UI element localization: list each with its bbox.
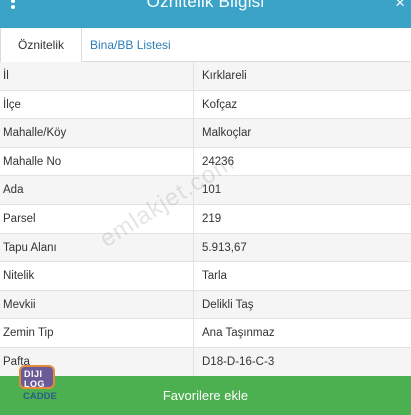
table-row: Mevkii Delikli Taş [0, 290, 411, 320]
tab-bar: Öznitelik Bilgisi Bina/BB Listesi [0, 28, 411, 86]
add-to-favorites-button[interactable]: Favorilere ekle [0, 376, 411, 415]
row-key: Mevkii [3, 298, 36, 311]
table-row: Nitelik Tarla [0, 262, 411, 291]
row-key: İlçe [3, 98, 21, 111]
row-value: 219 [193, 204, 411, 233]
row-key: Mahalle/Köy [3, 127, 67, 140]
table-row: Zemin Tip Ana Taşınmaz [0, 319, 411, 348]
cadde-logo: DIJI LOG CADDE [11, 363, 57, 407]
row-key: Tapu Alanı [3, 241, 57, 254]
panel-title: Öznitelik Bilgisi [146, 0, 265, 11]
close-icon[interactable]: × [395, 0, 405, 11]
row-value: Kofçaz [193, 90, 411, 119]
row-value: Tarla [193, 262, 411, 290]
row-value: 24236 [193, 147, 411, 176]
table-row: İl Kırklareli [0, 62, 411, 91]
table-row: Tapu Alanı 5.913,67 [0, 233, 411, 263]
row-key: Mahalle No [3, 155, 62, 168]
table-row: Mahalle No 24236 [0, 147, 411, 177]
table-row: Pafta D18-D-16-C-3 [0, 347, 411, 377]
row-key: Parsel [3, 212, 36, 225]
row-value: Ana Taşınmaz [193, 319, 411, 347]
row-key: Zemin Tip [3, 327, 54, 340]
tab-attribute-info[interactable]: Öznitelik Bilgisi [0, 28, 82, 86]
header-bar: Öznitelik Bilgisi × [0, 0, 411, 28]
logo-word: CADDE [23, 391, 57, 402]
table-row: İlçe Kofçaz [0, 90, 411, 120]
table-row: Parsel 219 [0, 204, 411, 234]
row-value: 101 [193, 176, 411, 204]
logo-badge-text: DIJI LOG [24, 369, 45, 389]
tab-building-list[interactable]: Bina/BB Listesi [84, 28, 177, 62]
table-row: Mahalle/Köy Malkoçlar [0, 119, 411, 148]
row-value: 5.913,67 [193, 233, 411, 262]
row-value: Malkoçlar [193, 119, 411, 147]
row-key: Ada [3, 184, 24, 197]
row-key: İl [3, 70, 9, 82]
row-key: Nitelik [3, 270, 35, 283]
row-value: Kırklareli [193, 62, 411, 90]
row-value: D18-D-16-C-3 [193, 347, 411, 376]
row-value: Delikli Taş [193, 290, 411, 319]
table-row: Ada 101 [0, 176, 411, 205]
attribute-table: İl Kırklareli İlçe Kofçaz Mahalle/Köy Ma… [0, 62, 411, 377]
